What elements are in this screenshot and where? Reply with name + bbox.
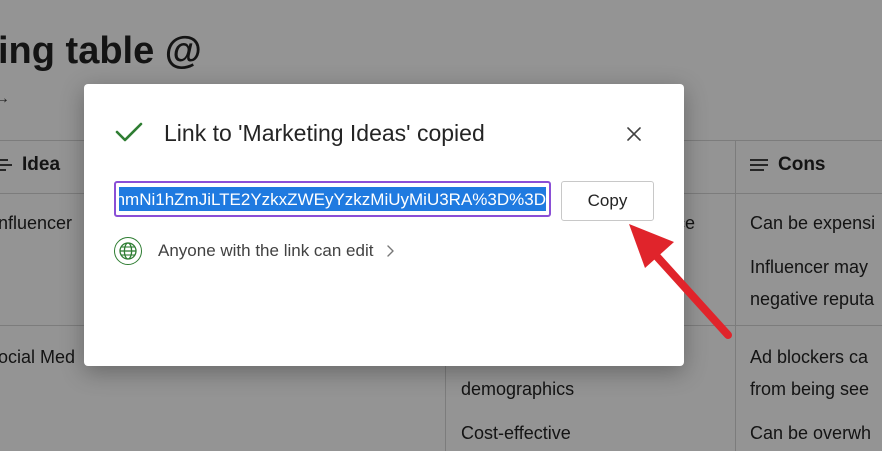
share-link-text: DhmNi1hZmJiLTE2YzkxZWEyYzkzMiUyMiU3RA%3D… [119,190,546,209]
chevron-right-icon [387,245,395,257]
share-link-dialog: Link to 'Marketing Ideas' copied DhmNi1h… [84,84,684,366]
copy-button[interactable]: Copy [561,181,654,221]
permission-label: Anyone with the link can edit [158,241,374,260]
share-link-field[interactable]: DhmNi1hZmJiLTE2YzkxZWEyYzkzMiUyMiU3RA%3D… [114,181,551,217]
text-selection: DhmNi1hZmJiLTE2YzkxZWEyYzkzMiUyMiU3RA%3D… [119,187,546,211]
check-icon [115,122,143,142]
link-permission-setting[interactable]: Anyone with the link can edit [114,236,395,266]
dialog-title: Link to 'Marketing Ideas' copied [164,120,485,146]
close-icon [627,127,641,141]
close-button[interactable] [620,120,648,148]
globe-icon [114,237,142,265]
